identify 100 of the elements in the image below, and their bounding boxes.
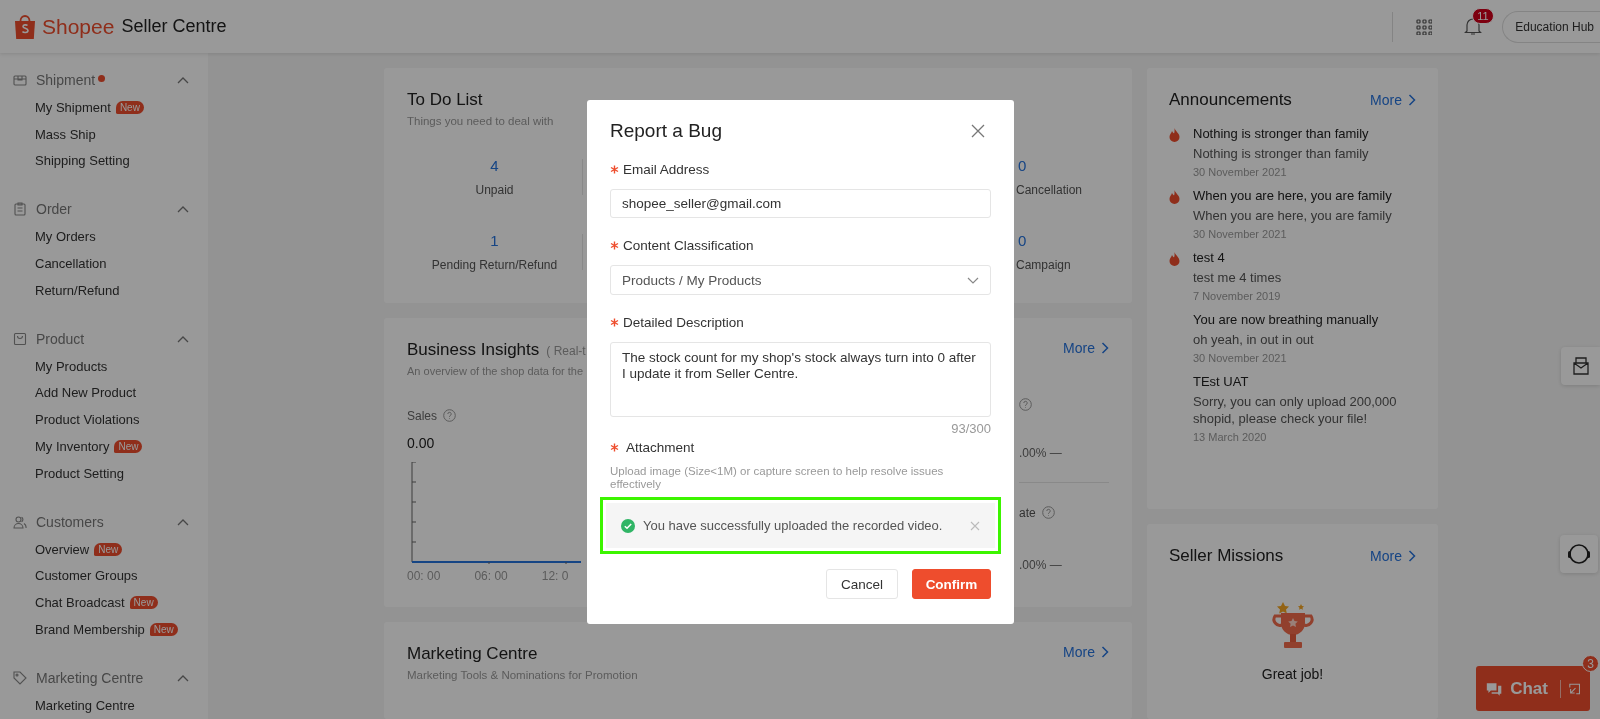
sidebar-item[interactable]: Customer Groups — [35, 568, 138, 584]
field-label: Content Classification — [623, 237, 754, 253]
confirm-button[interactable]: Confirm — [912, 569, 991, 599]
announcement-title[interactable]: test 4 — [1193, 250, 1282, 265]
sidebar-section-title[interactable]: Marketing Centre — [36, 669, 144, 686]
sidebar-item[interactable]: My Shipment — [35, 99, 111, 115]
help-icon[interactable] — [443, 409, 457, 423]
sidebar-section-title[interactable]: Customers — [36, 513, 104, 530]
sidebar-item[interactable]: Return/Refund — [35, 282, 120, 298]
todo-label: Unpaid — [475, 182, 514, 197]
sidebar-item[interactable]: Mass Ship — [35, 126, 96, 142]
sidebar-item[interactable]: Shipping Setting — [35, 153, 130, 169]
sidebar-item[interactable]: My Orders — [35, 229, 96, 245]
announcement-title[interactable]: Nothing is stronger than family — [1193, 126, 1369, 141]
field-label: Detailed Description — [623, 314, 744, 330]
character-counter: 93/300 — [950, 421, 991, 436]
brand-name: Shopee — [42, 14, 115, 39]
mail-button[interactable] — [1561, 347, 1600, 385]
metric-label: Sales — [407, 408, 438, 423]
announcement-text: test me 4 times — [1193, 269, 1282, 286]
help-icon[interactable] — [1019, 397, 1032, 411]
card-subtitle: An overview of the shop data for the — [407, 364, 585, 377]
field-label: Email Address — [623, 161, 710, 177]
dialog-title: Report a Bug — [610, 120, 722, 142]
cancel-button[interactable]: Cancel — [826, 569, 898, 599]
announcement-date: 30 November 2021 — [1193, 228, 1288, 240]
sidebar-item[interactable]: Product Setting — [35, 465, 124, 481]
announcement-title[interactable]: TEst UAT — [1193, 374, 1416, 389]
todo-label: Pending Return/Refund — [431, 257, 558, 272]
sidebar-item[interactable]: Chat Broadcast — [35, 595, 125, 611]
unread-badge: 3 — [1582, 655, 1599, 672]
help-icon[interactable] — [1041, 506, 1055, 520]
metric-label: ate — [1019, 505, 1036, 520]
close-icon[interactable] — [970, 520, 980, 531]
announcement-title[interactable]: You are now breathing manually — [1193, 312, 1379, 327]
sidebar-section-title[interactable]: Order — [36, 201, 72, 218]
chevron-right-icon — [1408, 94, 1416, 106]
more-link[interactable]: More — [1063, 643, 1109, 660]
metric-change: .00% — — [1019, 445, 1063, 460]
support-button[interactable] — [1560, 535, 1598, 573]
sidebar-item[interactable]: Overview — [35, 541, 90, 557]
sidebar-item[interactable]: My Inventory — [35, 439, 110, 455]
field-label: Attachment — [626, 439, 695, 455]
new-badge: New — [115, 100, 144, 114]
bag-icon — [13, 331, 27, 346]
chevron-icon[interactable] — [177, 673, 189, 682]
alert-message: You have successfully uploaded the recorded video. — [643, 518, 944, 533]
metric-value: 0.00 — [407, 434, 436, 451]
metric-change: .00% — — [1019, 557, 1063, 572]
axis-label: 06: 00 — [474, 568, 508, 583]
sidebar-section-title[interactable]: Product — [36, 330, 85, 347]
axis-label: 12: 0 — [541, 568, 569, 583]
education-hub-button[interactable]: Education Hub — [1502, 10, 1600, 43]
todo-count[interactable]: 1 — [490, 231, 499, 249]
todo-label: Cancellation — [1016, 182, 1083, 197]
sidebar-item[interactable]: My Products — [35, 358, 108, 374]
clipboard-icon — [13, 202, 27, 217]
announcement-text: Sorry, you can only upload 200,000 shopid, please check your file! — [1193, 393, 1398, 427]
chevron-icon[interactable] — [177, 205, 189, 214]
card-title: Business Insights — [407, 339, 540, 360]
sidebar-item[interactable]: Cancellation — [35, 256, 107, 272]
sidebar-item[interactable]: Brand Membership — [35, 622, 145, 638]
todo-label: Campaign — [1016, 257, 1071, 272]
card-title: Marketing Centre — [407, 643, 539, 664]
tag-icon — [13, 670, 27, 685]
apps-grid-icon[interactable] — [1416, 18, 1433, 35]
more-link[interactable]: More — [1370, 547, 1416, 564]
todo-count[interactable]: 0 — [1018, 231, 1027, 249]
email-field[interactable]: shopee_seller@gmail.com — [610, 189, 991, 218]
todo-count[interactable]: 4 — [490, 156, 499, 174]
chevron-icon[interactable] — [177, 334, 189, 343]
announcement-text: When you are here, you are family — [1193, 207, 1392, 224]
sidebar-item[interactable]: Product Violations — [35, 412, 140, 428]
new-badge: New — [129, 596, 158, 610]
announcement-title[interactable]: When you are here, you are family — [1193, 188, 1392, 203]
new-badge: New — [149, 623, 178, 637]
announcement-date: 30 November 2021 — [1193, 352, 1288, 364]
card-title: To Do List — [407, 90, 484, 110]
more-link[interactable]: More — [1063, 339, 1109, 356]
card-subtitle: Things you need to deal with — [407, 115, 555, 127]
headset-icon — [1567, 542, 1591, 566]
card-note: ( Real-t — [546, 343, 586, 358]
envelope-icon — [1570, 357, 1591, 375]
shopping-bag-logo-icon — [13, 12, 37, 41]
card-title: Announcements — [1169, 90, 1292, 110]
sidebar-section-title[interactable]: Shipment — [36, 72, 96, 88]
sidebar-item[interactable]: Marketing Centre — [35, 697, 135, 713]
card-title: Seller Missions — [1169, 545, 1284, 566]
new-badge: New — [114, 440, 143, 454]
chevron-icon[interactable] — [177, 517, 189, 526]
chevron-down-icon — [967, 276, 979, 284]
todo-count[interactable]: 0 — [1018, 156, 1027, 174]
classification-dropdown[interactable]: Products / My Products — [610, 265, 991, 295]
chevron-icon[interactable] — [177, 76, 189, 84]
sidebar-item[interactable]: Add New Product — [35, 385, 137, 401]
announcement-text: oh yeah, in out in out — [1193, 331, 1315, 348]
description-field[interactable]: The stock count for my shop's stock always turn into 0 after I update it from Seller Centre. — [610, 342, 991, 417]
more-link[interactable]: More — [1370, 92, 1416, 108]
chevron-right-icon — [1408, 549, 1416, 562]
announcement-text: Nothing is stronger than family — [1193, 145, 1369, 162]
